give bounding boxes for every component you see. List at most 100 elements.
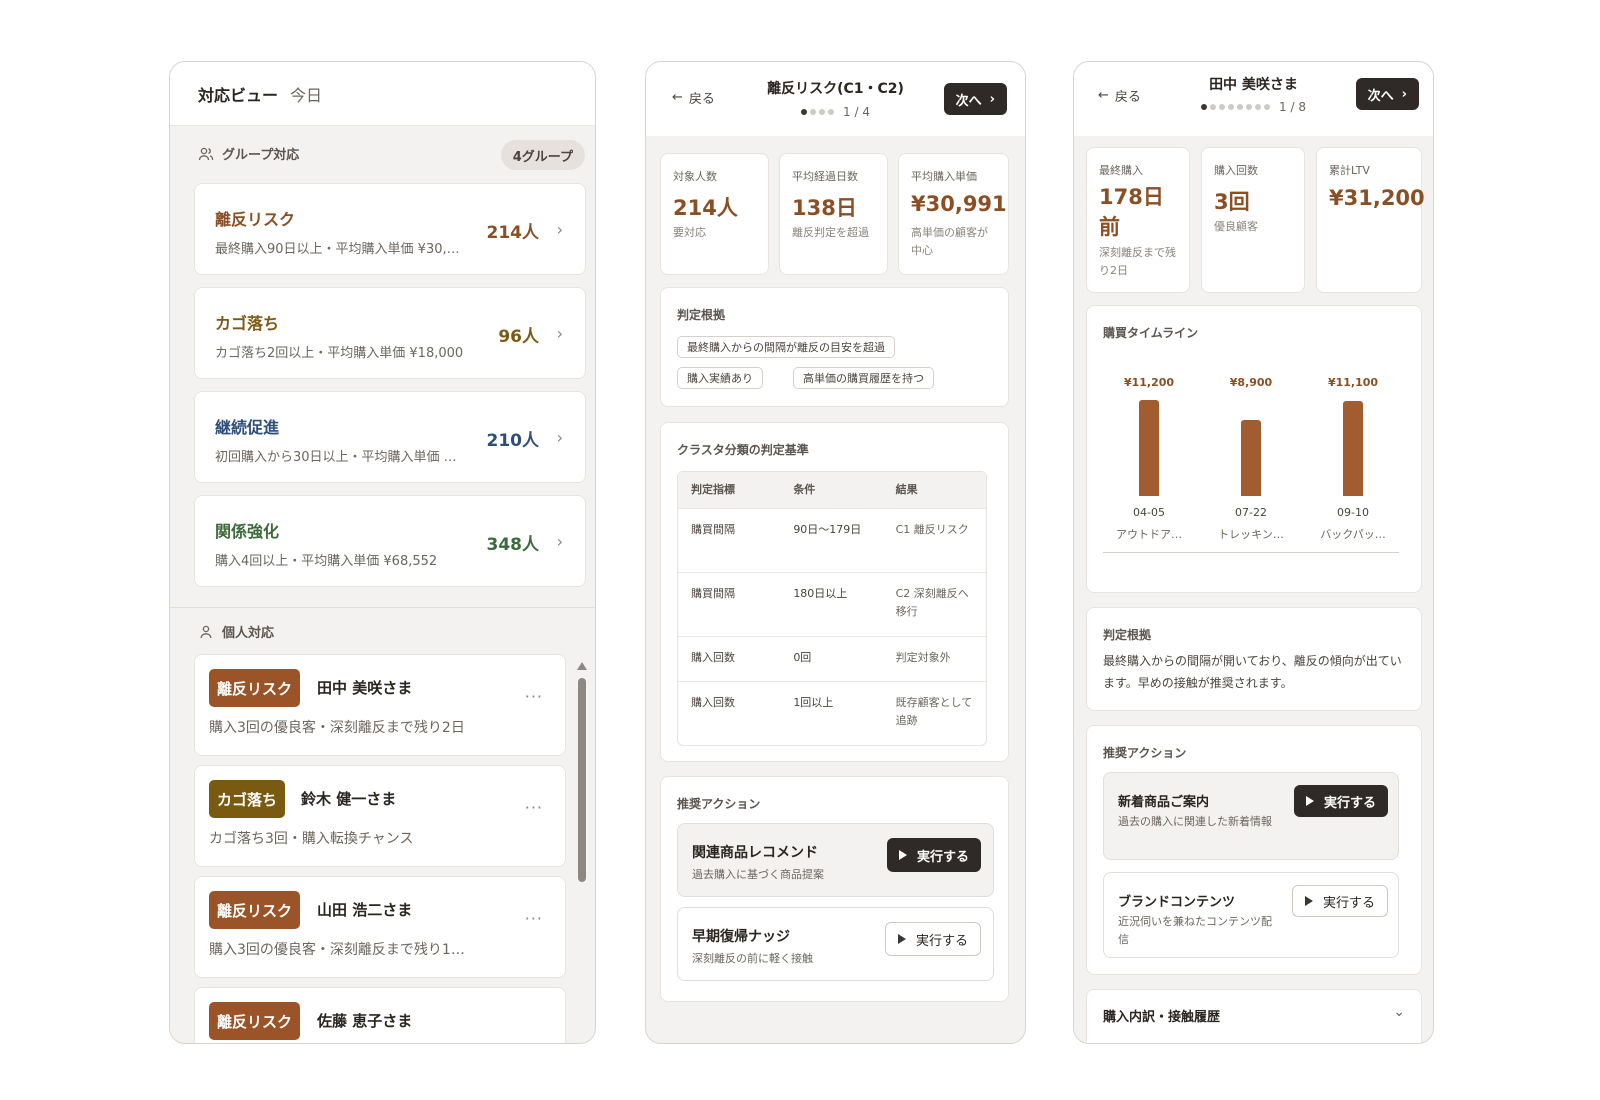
stat-sub: 優良顧客 (1214, 220, 1258, 233)
action-name: ブランドコンテンツ (1118, 895, 1236, 910)
basis-panel: 判定根拠 最終購入からの間隔が開いており、離反の傾向が出ています。早めの接触が推… (1086, 607, 1422, 711)
bar-value-label: ¥8,900 (1229, 376, 1273, 389)
action-card: 関連商品レコメンド 過去購入に基づく商品提案 実行する (677, 823, 994, 897)
panel-title: 推奨アクション (1103, 746, 1187, 760)
stat-label: 最終購入 (1099, 164, 1143, 177)
scrollbar-thumb[interactable] (578, 678, 586, 882)
group-section-label: グループ対応 (222, 148, 300, 163)
customer-card[interactable]: 離反リスク 佐藤 恵子さま (194, 987, 566, 1043)
table-row: 購買間隔 180日以上 C2 深刻離反へ移行 (678, 572, 986, 636)
chevron-right-icon: › (989, 91, 995, 107)
history-accordion[interactable]: 購入内訳・接触履歴 ⌄ (1086, 989, 1422, 1043)
table-row: 購入回数 0回 判定対象外 (678, 636, 986, 681)
customer-desc: 購入3回の優良客・深刻離反まで残り1… (209, 942, 465, 958)
group-card-relationship[interactable]: 関係強化 購入4回以上・平均購入単価 ¥68,552 348人 › (194, 495, 586, 587)
group-name: 関係強化 (215, 522, 280, 541)
group-count: 96人 (498, 327, 539, 347)
stat-label: 平均経過日数 (792, 170, 858, 183)
group-desc: 購入4回以上・平均購入単価 ¥68,552 (215, 554, 438, 569)
individual-section-label: 個人対応 (222, 626, 275, 641)
table-row: 購買間隔 90日〜179日 C1 離反リスク (678, 508, 986, 572)
basis-tag: 購入実績あり (677, 367, 763, 389)
table-cell: 購入回数 (691, 696, 735, 709)
page-dot-icon (819, 109, 826, 115)
stat-card: 累計LTV ¥31,200 (1316, 147, 1425, 293)
stat-value: 214人 (673, 196, 738, 220)
more-options-icon[interactable]: ··· (525, 909, 543, 928)
x-tick-label: 07-22 (1235, 506, 1267, 519)
more-options-icon[interactable]: ··· (525, 687, 543, 706)
scrollbar[interactable] (576, 662, 588, 1043)
chevron-right-icon: › (556, 532, 563, 551)
customer-card[interactable]: カゴ落ち 鈴木 健一さま カゴ落ち3回・購入転換チャンス ··· (194, 765, 566, 867)
chevron-right-icon: › (556, 428, 563, 447)
more-options-icon[interactable]: ··· (525, 798, 543, 817)
purchase-bar (1241, 420, 1261, 496)
individual-section-header: 個人対応 (198, 622, 274, 641)
segment-badge: 離反リスク (209, 669, 301, 707)
page-dot-icon (1228, 104, 1235, 110)
table-header-row: 判定指標 条件 結果 (678, 472, 986, 508)
criteria-table: 判定指標 条件 結果 購買間隔 90日〜179日 C1 離反リスク 購買間隔 1… (677, 471, 987, 746)
group-name: 継続促進 (215, 418, 280, 437)
group-name: カゴ落ち (215, 314, 280, 333)
x-tick-label: 09-10 (1337, 506, 1369, 519)
next-button[interactable]: 次へ › (943, 83, 1007, 115)
chevron-right-icon: › (556, 324, 563, 343)
run-button[interactable]: 実行する (1291, 885, 1388, 917)
item-label: アウトドア… (1116, 528, 1182, 541)
bar-value-label: ¥11,200 (1123, 376, 1175, 389)
x-tick-label: 04-05 (1133, 506, 1165, 519)
group-card-retention[interactable]: 継続促進 初回購入から30日以上・平均購入単価 … 210人 › (194, 391, 586, 483)
next-button[interactable]: 次へ › (1355, 78, 1419, 110)
action-desc: 過去の購入に関連した新着情報 (1118, 815, 1272, 828)
item-label: トレッキン… (1218, 528, 1284, 541)
customer-card[interactable]: 離反リスク 山田 浩二さま 購入3回の優良客・深刻離反まで残り1… ··· (194, 876, 566, 978)
table-cell: 既存顧客として追跡 (895, 696, 973, 727)
table-cell: C1 離反リスク (895, 523, 969, 536)
stat-value: ¥31,200 (1329, 186, 1425, 210)
segment-badge: カゴ落ち (209, 780, 286, 818)
page-title: 対応ビュー (198, 85, 279, 105)
action-card: ブランドコンテンツ 近況伺いを兼ねたコンテンツ配信 実行する (1103, 872, 1399, 958)
customer-name: 鈴木 健一さま (301, 790, 397, 808)
page-dot-icon (1246, 104, 1253, 110)
actions-panel: 推奨アクション 新着商品ご案内 過去の購入に関連した新着情報 実行する ブランド… (1086, 725, 1422, 975)
group-card-churn-risk[interactable]: 離反リスク 最終購入90日以上・平均購入単価 ¥30,… 214人 › (194, 183, 586, 275)
group-count: 210人 (486, 431, 540, 451)
nav-bar: ← 戻る 離反リスク(C1・C2) 1 / 4 次へ › (646, 62, 1025, 136)
run-button[interactable]: 実行する (1293, 785, 1388, 817)
stat-card: 平均購入単価 ¥30,991 高単価の顧客が中心 (898, 153, 1009, 275)
scroll-up-arrow-icon[interactable] (577, 662, 587, 670)
action-name: 関連商品レコメンド (692, 845, 818, 861)
chevron-down-icon[interactable]: ⌄ (1393, 1004, 1405, 1020)
table-cell: 判定対象外 (895, 651, 951, 664)
run-label: 実行する (915, 933, 968, 949)
group-section-header: グループ対応 (198, 144, 299, 163)
x-axis-line (1103, 552, 1399, 553)
group-count-badge: 4グループ (500, 140, 585, 170)
overview-header: 対応ビュー 今日 (170, 62, 595, 126)
timeline-panel: 購買タイムライン ¥11,200 04-05 アウトドア… ¥8,900 07-22 トレ… (1086, 305, 1422, 593)
stat-value: 138日 (792, 196, 857, 220)
run-button[interactable]: 実行する (884, 922, 981, 956)
page-dot-icon (1255, 104, 1262, 110)
group-count: 348人 (486, 535, 540, 555)
group-card-cart-abandon[interactable]: カゴ落ち カゴ落ち2回以上・平均購入単価 ¥18,000 96人 › (194, 287, 586, 379)
customer-card[interactable]: 離反リスク 田中 美咲さま 購入3回の優良客・深刻離反まで残り2日 ··· (194, 654, 566, 756)
group-icon (198, 147, 214, 160)
table-cell: 購買間隔 (691, 587, 735, 600)
actions-panel: 推奨アクション 関連商品レコメンド 過去購入に基づく商品提案 実行する 早期復帰… (660, 776, 1009, 1002)
purchase-bar (1139, 400, 1159, 496)
customer-detail-screen: ← 戻る 田中 美咲さま 1 / 8 次へ › 最終購入 178日前 深刻離反ま… (1073, 61, 1434, 1044)
play-icon (1304, 896, 1313, 906)
action-desc: 過去購入に基づく商品提案 (692, 868, 824, 881)
play-icon (1305, 796, 1314, 806)
page-dot-icon (1264, 104, 1271, 110)
stat-card: 最終購入 178日前 深刻離反まで残り2日 (1086, 147, 1190, 293)
play-icon (898, 850, 907, 860)
table-cell: 購入回数 (691, 651, 735, 664)
run-button[interactable]: 実行する (886, 838, 981, 872)
column-header: 条件 (793, 483, 816, 496)
stat-label: 累計LTV (1329, 164, 1370, 177)
